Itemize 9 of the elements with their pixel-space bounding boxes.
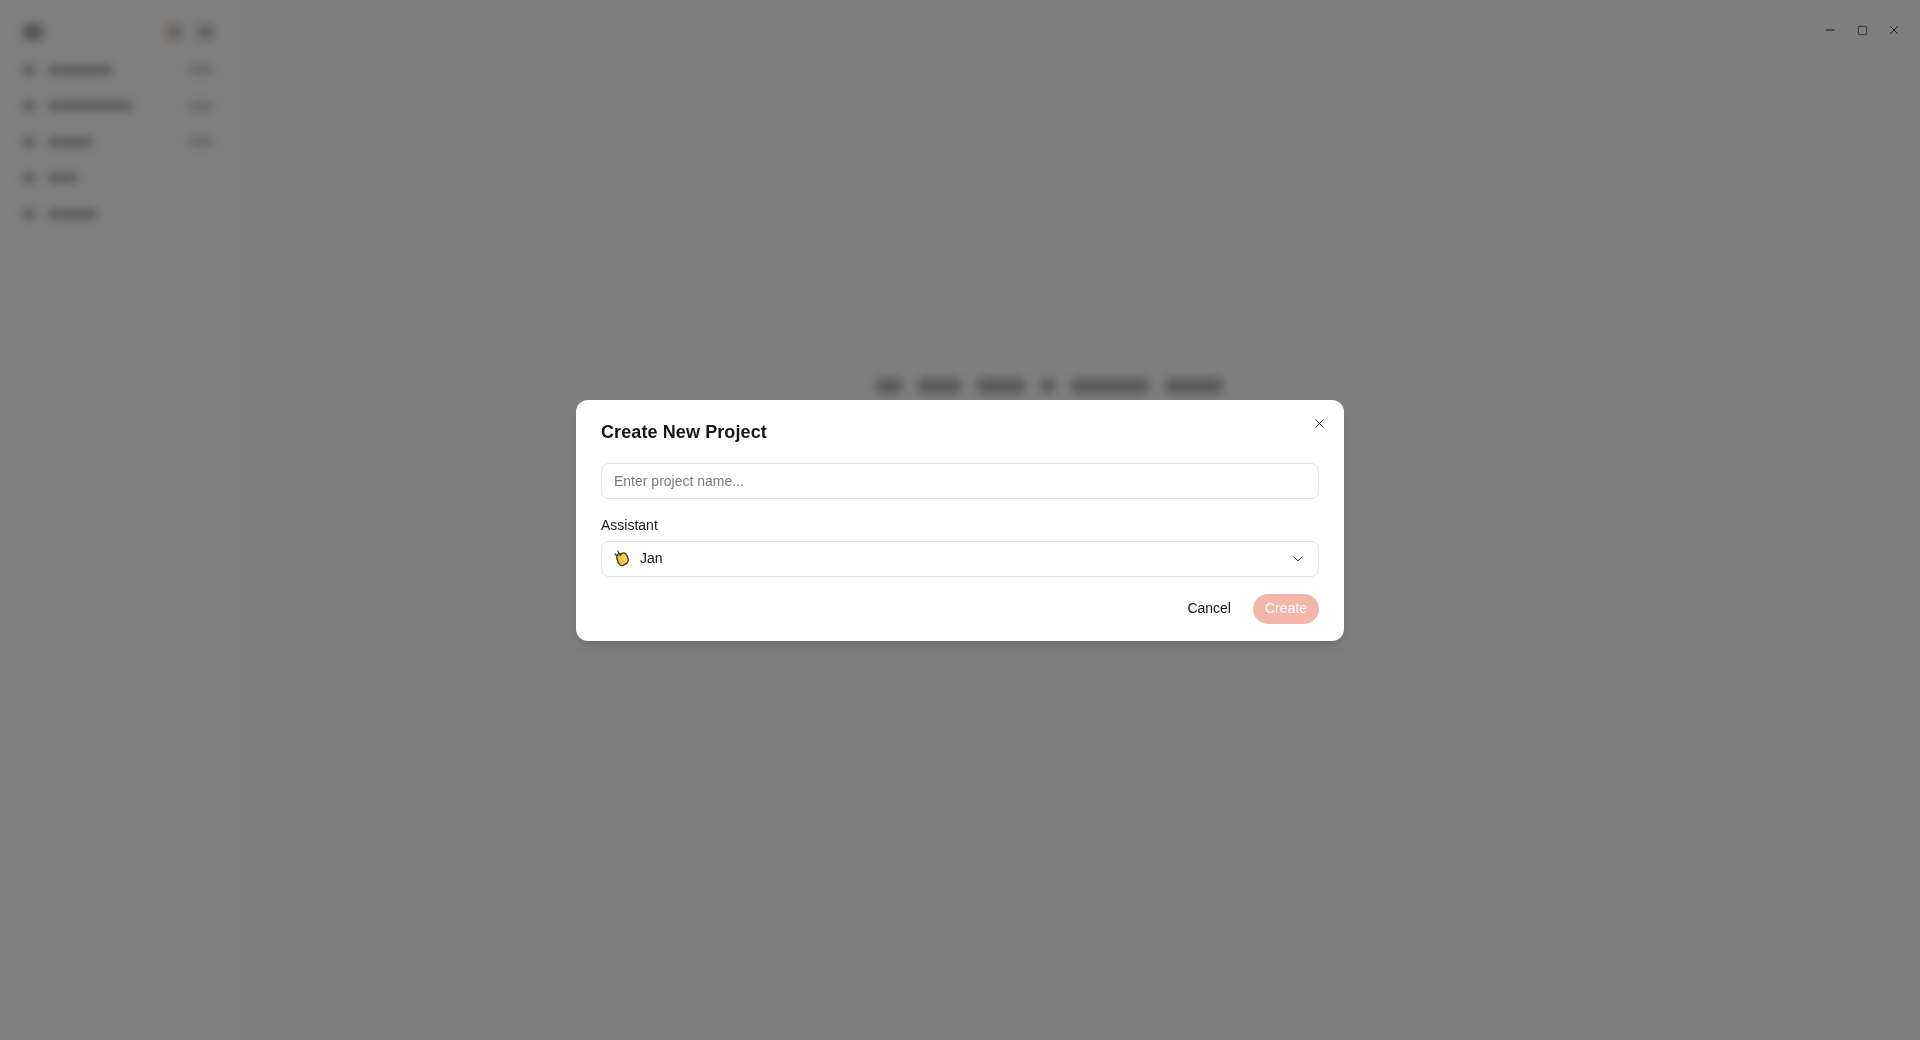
- project-name-field[interactable]: Enter project name...: [601, 462, 1319, 499]
- maximize-icon: [1856, 24, 1868, 36]
- clapping-hands-icon: [614, 550, 630, 567]
- cancel-button[interactable]: Cancel: [1175, 593, 1243, 624]
- assistant-name: Jan: [640, 549, 663, 568]
- dialog-title: Create New Project: [601, 420, 767, 444]
- assistant-label: Assistant: [601, 515, 658, 535]
- close-icon: [1887, 23, 1901, 37]
- assistant-select[interactable]: Jan: [601, 540, 1319, 577]
